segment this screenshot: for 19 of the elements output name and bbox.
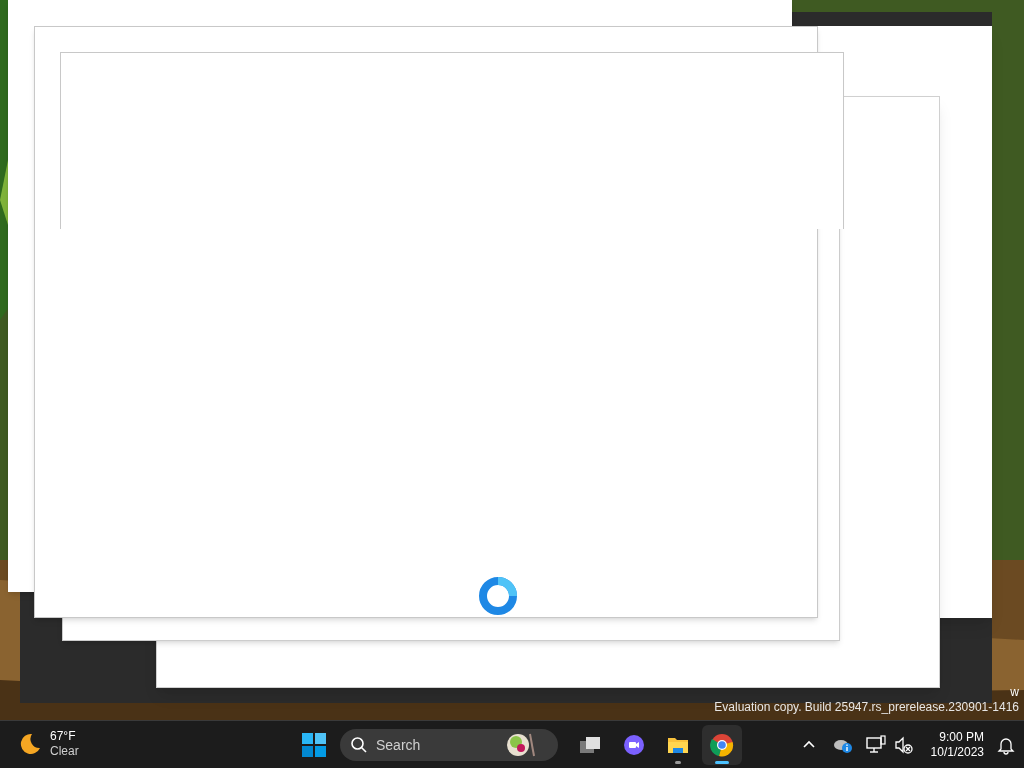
temperature-text[interactable]: 67°F (50, 729, 79, 744)
search-field[interactable]: Search (340, 729, 558, 761)
video-chat-icon (622, 733, 646, 757)
taskbar-app-button[interactable] (702, 725, 742, 765)
search-input[interactable]: Search (376, 734, 496, 756)
speaker-muted-icon[interactable] (892, 734, 915, 756)
notification-bell-icon[interactable] (996, 735, 1016, 755)
weather-text[interactable]: Clear (50, 744, 79, 759)
loading-spinner-icon (478, 576, 518, 616)
windows-logo-icon (302, 733, 326, 757)
edge-text: w (1010, 686, 1019, 698)
clock-time[interactable]: 9:00 PM (939, 730, 984, 745)
network-monitor-icon[interactable] (864, 734, 887, 756)
moon-icon[interactable] (18, 732, 42, 756)
salad-bowl-icon (504, 732, 538, 758)
clock-date[interactable]: 10/1/2023 (930, 745, 984, 760)
search-icon (350, 736, 368, 754)
watermark-text: Evaluation copy. Build 25947.rs_prerelease.230901-1416 (714, 701, 1019, 713)
chrome-logo-icon (710, 733, 734, 757)
